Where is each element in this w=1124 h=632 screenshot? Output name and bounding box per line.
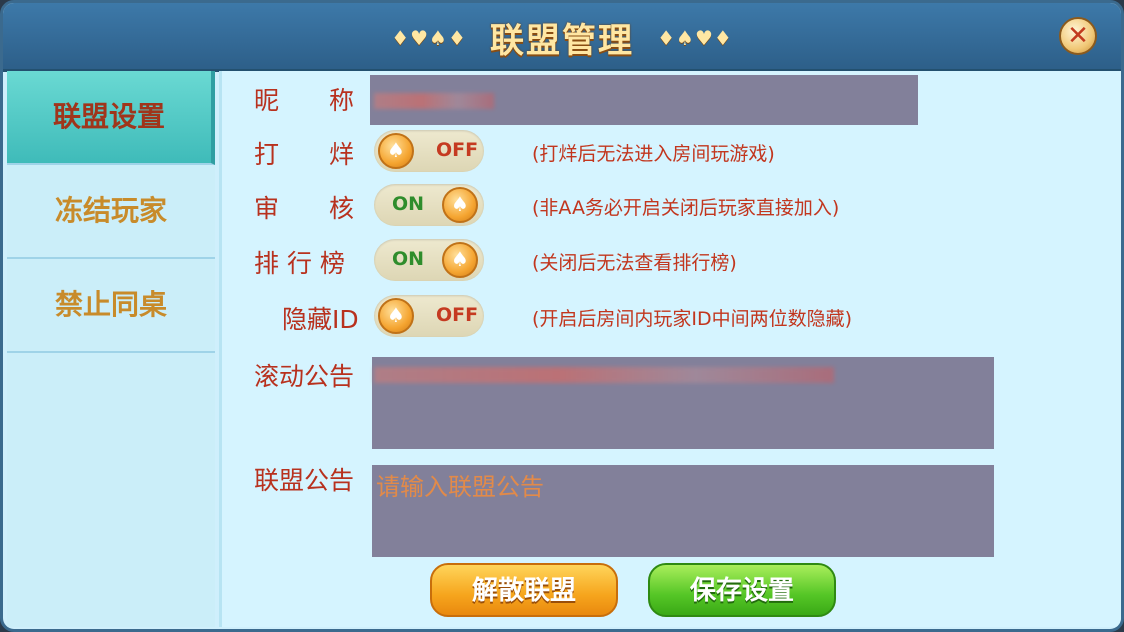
spade-icon: ♠ (378, 133, 414, 169)
ban-hint: (打烊后无法进入房间玩游戏) (532, 143, 775, 165)
nickname-blurred-value (374, 93, 494, 109)
rank-toggle[interactable]: ON ♠ (374, 239, 484, 281)
suits-left-decoration: ♦♥♠♦ (391, 25, 467, 50)
tab-freeze-players[interactable]: 冻结玩家 (7, 165, 215, 259)
scroll-notice-input[interactable] (372, 357, 994, 449)
tab-no-same-table[interactable]: 禁止同桌 (7, 259, 215, 353)
tab-alliance-settings[interactable]: 联盟设置 (7, 71, 215, 165)
audit-hint: (非AA务必开启关闭后玩家直接加入) (532, 197, 840, 219)
dissolve-alliance-button[interactable]: 解散联盟 (430, 563, 618, 617)
sidebar: 联盟设置 冻结玩家 禁止同桌 (7, 71, 215, 627)
ban-label: 打 烊 (254, 140, 355, 169)
ban-toggle[interactable]: ♠ OFF (374, 130, 484, 172)
ban-toggle-state: OFF (436, 139, 479, 161)
page-title: 联盟管理 (490, 21, 634, 61)
audit-toggle[interactable]: ON ♠ (374, 184, 484, 226)
alliance-notice-input[interactable]: 请输入联盟公告 (372, 465, 994, 557)
close-icon: ✕ (1067, 21, 1089, 51)
dialog-header: ♦♥♠♦ 联盟管理 ♦♠♥♦ ✕ (3, 3, 1121, 72)
hide-id-hint: (开启后房间内玩家ID中间两位数隐藏) (532, 308, 853, 330)
alliance-notice-label: 联盟公告 (254, 466, 355, 495)
title-wrap: ♦♥♠♦ 联盟管理 ♦♠♥♦ (3, 13, 1121, 62)
alliance-notice-placeholder: 请输入联盟公告 (376, 473, 544, 501)
hide-id-toggle[interactable]: ♠ OFF (374, 295, 484, 337)
rank-label: 排 行 榜 (254, 249, 345, 278)
audit-label: 审 核 (254, 194, 355, 223)
spade-icon: ♠ (442, 242, 478, 278)
nickname-input[interactable] (370, 75, 918, 125)
hide-id-label: 隐藏ID (282, 305, 359, 334)
suits-right-decoration: ♦♠♥♦ (657, 25, 733, 50)
scroll-notice-blurred-value (374, 367, 834, 383)
scroll-notice-label: 滚动公告 (254, 362, 355, 391)
save-settings-button[interactable]: 保存设置 (648, 563, 836, 617)
alliance-management-dialog: ♦♥♠♦ 联盟管理 ♦♠♥♦ ✕ 联盟设置 冻结玩家 禁止同桌 昵 称 打 烊 … (0, 0, 1124, 632)
hide-id-toggle-state: OFF (436, 304, 479, 326)
settings-panel: 昵 称 打 烊 ♠ OFF (打烊后无法进入房间玩游戏) 审 核 ON ♠ (非… (219, 71, 1121, 627)
rank-hint: (关闭后无法查看排行榜) (532, 252, 737, 274)
audit-toggle-state: ON (392, 193, 425, 215)
nickname-label: 昵 称 (254, 86, 355, 115)
spade-icon: ♠ (442, 187, 478, 223)
spade-icon: ♠ (378, 298, 414, 334)
rank-toggle-state: ON (392, 248, 425, 270)
close-button[interactable]: ✕ (1059, 17, 1097, 55)
